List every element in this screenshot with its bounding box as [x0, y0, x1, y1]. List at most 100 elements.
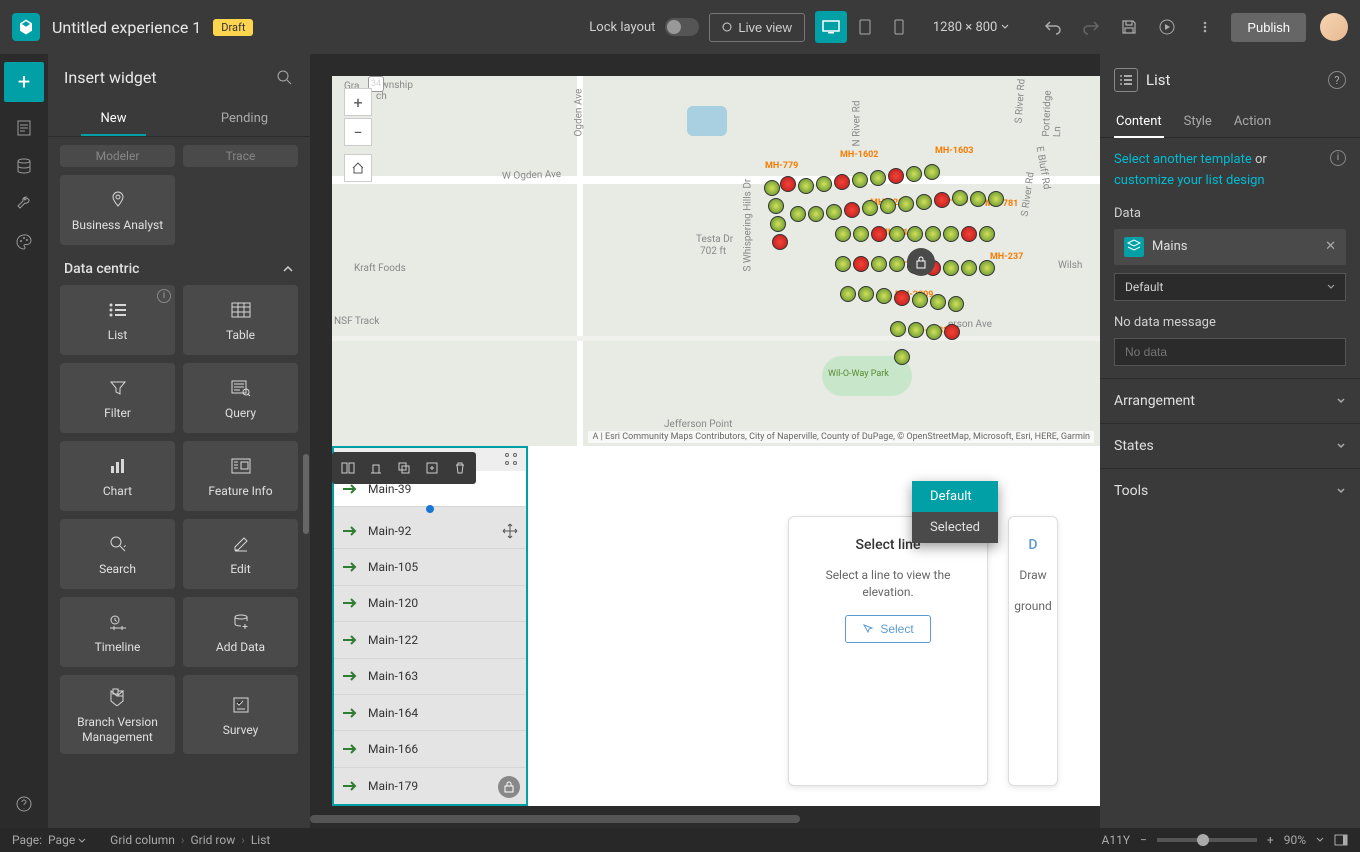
- page-selector[interactable]: Page: [48, 833, 86, 847]
- list-slider[interactable]: [334, 507, 526, 513]
- popup-default[interactable]: Default: [912, 481, 998, 512]
- panel-scrollbar[interactable]: [302, 194, 310, 828]
- draft-badge: Draft: [213, 19, 253, 36]
- no-data-input[interactable]: [1114, 338, 1346, 366]
- zoom-in-footer[interactable]: +: [1267, 833, 1274, 847]
- scroll-thumb[interactable]: [303, 454, 309, 534]
- accordion-states[interactable]: States: [1100, 423, 1360, 468]
- widget-filter[interactable]: Filter: [60, 363, 175, 433]
- save-button[interactable]: [1117, 15, 1141, 39]
- zoom-slider-thumb[interactable]: [1197, 834, 1209, 846]
- rail-help-button[interactable]: [12, 792, 36, 816]
- viewport-tablet-button[interactable]: [849, 11, 881, 43]
- undo-button[interactable]: [1041, 15, 1065, 39]
- zoom-out-button[interactable]: −: [344, 118, 372, 146]
- viewport-desktop-button[interactable]: [815, 11, 847, 43]
- tb-copy-button[interactable]: [391, 455, 417, 481]
- map-marker: [889, 226, 905, 242]
- user-avatar[interactable]: [1320, 13, 1348, 41]
- select-button[interactable]: Select: [845, 615, 930, 643]
- query-icon: [229, 376, 253, 400]
- popup-selected[interactable]: Selected: [912, 512, 998, 543]
- data-section-label: Data: [1114, 206, 1346, 221]
- widget-branch-version[interactable]: Branch Version Management: [60, 675, 175, 754]
- list-item[interactable]: Main-163: [334, 659, 526, 695]
- widget-feature-info[interactable]: Feature Info: [183, 441, 298, 511]
- widget-chart[interactable]: Chart: [60, 441, 175, 511]
- tab-new[interactable]: New: [48, 101, 179, 136]
- panel-toggle-icon[interactable]: [1334, 833, 1348, 847]
- rp-help-button[interactable]: ?: [1328, 71, 1346, 89]
- tab-content[interactable]: Content: [1114, 106, 1164, 137]
- lock-layout-toggle[interactable]: [665, 18, 699, 36]
- viewport-size-selector[interactable]: 1280 × 800: [933, 20, 1010, 35]
- list-widget[interactable]: Main-39 Main-92 Main-105 Main-120 Main-1…: [332, 446, 528, 806]
- preview-button[interactable]: [1155, 15, 1179, 39]
- list-item-label: Main-179: [368, 779, 418, 793]
- accordion-tools[interactable]: Tools: [1100, 468, 1360, 513]
- tab-action[interactable]: Action: [1232, 106, 1273, 137]
- tab-style[interactable]: Style: [1182, 106, 1214, 137]
- tb-pending-button[interactable]: [419, 455, 445, 481]
- widget-add-data[interactable]: Add Data: [183, 597, 298, 667]
- tab-pending[interactable]: Pending: [179, 101, 310, 136]
- add-widget-button[interactable]: +: [4, 62, 44, 102]
- list-lock-button[interactable]: [498, 776, 520, 798]
- info-icon[interactable]: i: [1330, 150, 1346, 166]
- redo-button[interactable]: [1079, 15, 1103, 39]
- live-view-button[interactable]: Live view: [709, 13, 804, 42]
- zoom-out-footer[interactable]: −: [1140, 833, 1147, 847]
- widget-search[interactable]: Search: [60, 519, 175, 589]
- list-item[interactable]: Main-92: [334, 513, 526, 549]
- crumb-grid-column[interactable]: Grid column: [110, 833, 175, 847]
- zoom-in-button[interactable]: +: [344, 88, 372, 116]
- map-marker: [944, 324, 960, 340]
- publish-button[interactable]: Publish: [1231, 13, 1306, 42]
- widget-trace[interactable]: Trace: [183, 145, 298, 167]
- more-button[interactable]: [1193, 15, 1217, 39]
- customize-link[interactable]: customize your list design: [1114, 173, 1265, 188]
- map-marker: [790, 206, 806, 222]
- rail-utility-button[interactable]: [12, 192, 36, 216]
- tb-delete-button[interactable]: [447, 455, 473, 481]
- select-template-link[interactable]: Select another template: [1114, 152, 1252, 167]
- widget-business-analyst[interactable]: Business Analyst: [60, 175, 175, 245]
- remove-data-button[interactable]: ✕: [1325, 239, 1336, 254]
- widget-table[interactable]: Table: [183, 285, 298, 355]
- canvas-scrollbar[interactable]: [310, 814, 1100, 824]
- map-widget[interactable]: Wil-O-Way Park Gra Township ch W Ogden A…: [332, 76, 1100, 446]
- rail-data-button[interactable]: [12, 154, 36, 178]
- widget-modeler[interactable]: Modeler: [60, 145, 175, 167]
- list-item[interactable]: Main-105: [334, 549, 526, 585]
- list-item-label: Main-92: [368, 524, 411, 538]
- rail-page-button[interactable]: [12, 116, 36, 140]
- zoom-slider[interactable]: [1157, 838, 1257, 842]
- widget-query[interactable]: Query: [183, 363, 298, 433]
- rail-theme-button[interactable]: [12, 230, 36, 254]
- widget-edit[interactable]: Edit: [183, 519, 298, 589]
- crumb-list[interactable]: List: [251, 833, 271, 847]
- card-desc-2: Draw: [1019, 567, 1046, 584]
- widget-timeline[interactable]: Timeline: [60, 597, 175, 667]
- chevron-down-icon[interactable]: [1316, 836, 1324, 844]
- grid-icon[interactable]: [504, 452, 518, 466]
- panel-search-button[interactable]: [276, 69, 294, 87]
- tb-align-button[interactable]: [363, 455, 389, 481]
- accordion-arrangement[interactable]: Arrangement: [1100, 378, 1360, 423]
- crumb-grid-row[interactable]: Grid row: [191, 833, 236, 847]
- section-data-centric[interactable]: Data centric: [60, 253, 298, 285]
- home-button[interactable]: [344, 154, 372, 182]
- viewport-mobile-button[interactable]: [883, 11, 915, 43]
- widget-survey[interactable]: Survey: [183, 675, 298, 754]
- widget-list[interactable]: iList: [60, 285, 175, 355]
- list-item[interactable]: Main-164: [334, 695, 526, 731]
- list-item[interactable]: Main-120: [334, 586, 526, 622]
- list-item[interactable]: Main-122: [334, 622, 526, 658]
- slider-thumb[interactable]: [426, 505, 434, 513]
- canvas-scroll-thumb[interactable]: [310, 815, 800, 823]
- list-item[interactable]: Main-166: [334, 731, 526, 767]
- tb-drag-button[interactable]: [335, 455, 361, 481]
- a11y-label[interactable]: A11Y: [1102, 833, 1131, 847]
- move-icon[interactable]: [502, 523, 518, 539]
- data-view-select[interactable]: Default: [1114, 273, 1346, 301]
